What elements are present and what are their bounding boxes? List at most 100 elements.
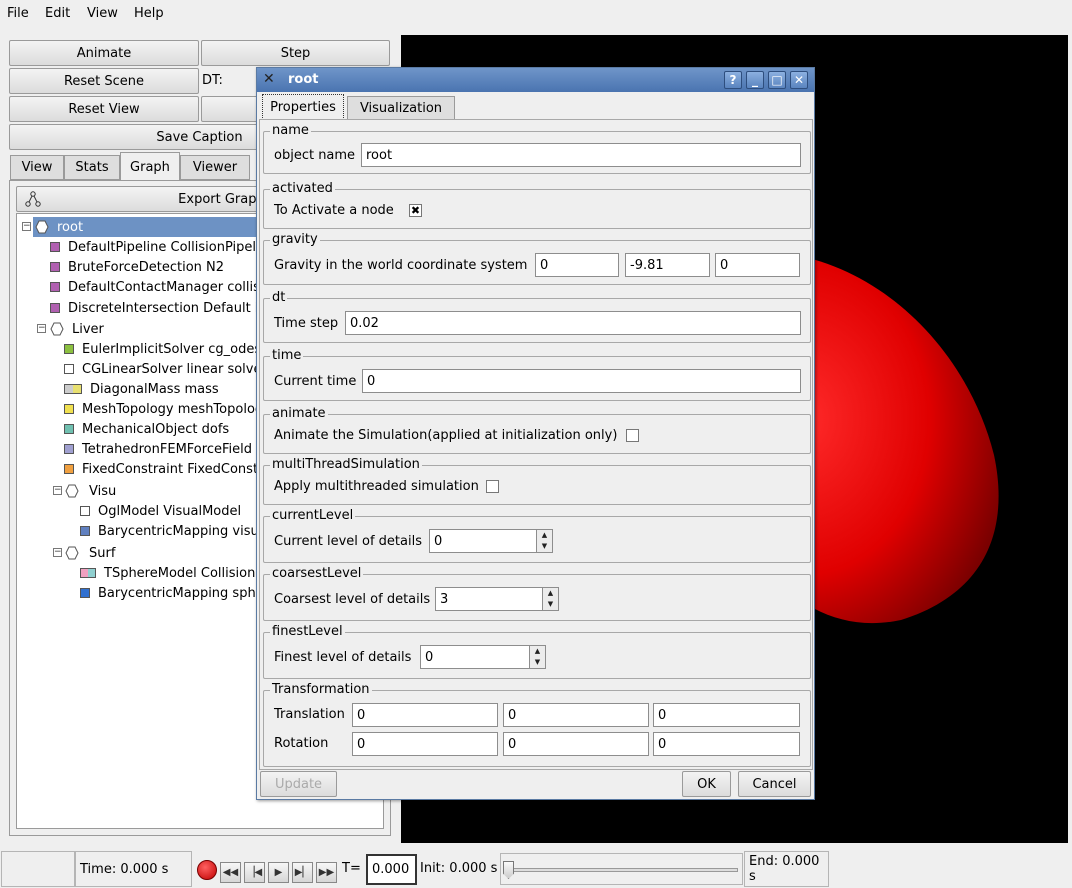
tree-label: OglModel VisualModel [98,503,242,519]
tree-label: BruteForceDetection N2 [68,259,225,275]
cancel-button[interactable]: Cancel [738,771,811,797]
coarsest-level-label: Coarsest level of details [274,592,431,607]
properties-dialog: ✕ root ? _ □ ✕ Properties Visualization … [256,67,815,800]
gravity-y-input[interactable]: -9.81 [625,253,710,277]
coarsest-level-input[interactable]: 3 [435,587,543,611]
tree-node-liver[interactable]: Liver [50,320,104,338]
group-finest-level: finestLevel Finest level of details 0 ▲ ▼ [263,624,811,679]
ok-button[interactable]: OK [682,771,731,797]
gravity-x-input[interactable]: 0 [535,253,619,277]
collapse-surf-icon[interactable]: − [53,548,62,557]
rotation-y-input[interactable]: 0 [503,732,649,756]
menu-help[interactable]: Help [134,6,164,21]
tree-item[interactable]: BruteForceDetection N2 [50,258,224,276]
collapse-liver-icon[interactable]: − [37,324,46,333]
step-back-icon[interactable]: ▕◀ [244,862,265,883]
screenshot-button[interactable] [201,96,261,122]
component-icon [64,424,74,434]
current-level-spinner[interactable]: ▲ ▼ [536,529,553,553]
update-button[interactable]: Update [260,771,337,797]
animate-label: Animate the Simulation(applied at initia… [274,428,618,443]
reset-view-button[interactable]: Reset View [9,96,199,122]
tree-label: CGLinearSolver linear solver [82,361,267,377]
help-icon[interactable]: ? [724,71,742,89]
tree-node-root[interactable]: root [35,218,83,236]
tree-item[interactable]: DiagonalMass mass [64,380,219,398]
object-name-label: object name [274,148,356,163]
finest-level-spinner[interactable]: ▲ ▼ [529,645,546,669]
component-icon [64,444,74,454]
finest-level-input[interactable]: 0 [420,645,530,669]
tree-item[interactable]: TetrahedronFEMForceField FEM [64,440,283,458]
menu-view[interactable]: View [87,6,118,21]
tree-item[interactable]: FixedConstraint FixedConstraint [64,460,288,478]
t-value-input[interactable]: 0.000 [366,854,417,885]
status-cell-empty [1,851,75,887]
translation-label: Translation [274,707,345,722]
component-icon [64,384,82,394]
close-icon[interactable]: ✕ [790,71,808,89]
tree-node-surf[interactable]: Surf [65,544,115,562]
tab-viewer[interactable]: Viewer [180,155,250,180]
activate-checkbox[interactable]: ✖ [409,204,422,217]
rotation-z-input[interactable]: 0 [653,732,800,756]
translation-y-input[interactable]: 0 [503,703,649,727]
object-name-input[interactable]: root [361,143,801,167]
play-icon[interactable]: ▶ [268,862,289,883]
group-title: coarsestLevel [270,566,364,581]
tree-node-visu[interactable]: Visu [65,482,116,500]
component-icon [64,404,74,414]
menu-file[interactable]: File [7,6,29,21]
tree-label: MeshTopology meshTopology [82,401,271,417]
menu-edit[interactable]: Edit [45,6,70,21]
current-time-input[interactable]: 0 [362,369,801,393]
tree-item[interactable]: CGLinearSolver linear solver [64,360,267,378]
tab-visualization[interactable]: Visualization [347,96,455,120]
tree-item[interactable]: OglModel VisualModel [80,502,241,520]
reset-scene-button[interactable]: Reset Scene [9,68,199,94]
rewind-icon[interactable]: ◀◀ [220,862,241,883]
coarsest-level-spinner[interactable]: ▲ ▼ [542,587,559,611]
timeline-frame [500,853,743,885]
status-end: End: 0.000 s [744,851,829,887]
collapse-root-icon[interactable]: − [22,222,31,231]
current-level-label: Current level of details [274,534,422,549]
gravity-z-input[interactable]: 0 [715,253,800,277]
timeline-slider-handle[interactable] [503,861,514,879]
component-icon [50,242,60,252]
translation-z-input[interactable]: 0 [653,703,800,727]
tab-graph[interactable]: Graph [120,152,180,181]
record-button[interactable] [197,860,217,880]
node-icon [50,322,64,336]
current-level-input[interactable]: 0 [429,529,537,553]
group-gravity: gravity Gravity in the world coordinate … [263,232,811,285]
tab-properties[interactable]: Properties [262,94,344,120]
step-button[interactable]: Step [201,40,390,66]
group-coarsest-level: coarsestLevel Coarsest level of details … [263,566,811,621]
translation-x-input[interactable]: 0 [352,703,498,727]
group-title: finestLevel [270,624,345,639]
group-title: name [270,123,311,138]
dialog-titlebar[interactable]: ✕ root ? _ □ ✕ [257,68,814,92]
step-forward-icon[interactable]: ▶▏ [292,862,313,883]
animate-checkbox[interactable] [626,429,639,442]
tree-item[interactable]: DefaultPipeline CollisionPipeline [50,238,276,256]
rotation-x-input[interactable]: 0 [352,732,498,756]
component-icon [80,526,90,536]
component-icon [80,568,96,578]
animate-button[interactable]: Animate [9,40,199,66]
fast-forward-icon[interactable]: ▶▶ [316,862,337,883]
component-icon [80,506,90,516]
time-step-input[interactable]: 0.02 [345,311,801,335]
tree-item[interactable]: MechanicalObject dofs [64,420,229,438]
tab-stats[interactable]: Stats [64,155,120,180]
minimize-icon[interactable]: _ [746,71,764,89]
collapse-visu-icon[interactable]: − [53,486,62,495]
maximize-icon[interactable]: □ [768,71,786,89]
tree-item[interactable]: MeshTopology meshTopology [64,400,271,418]
tab-view[interactable]: View [10,155,64,180]
finest-level-label: Finest level of details [274,650,412,665]
multithread-checkbox[interactable] [486,480,499,493]
tree-label: Liver [72,321,104,337]
group-activated: activated To Activate a node ✖ [263,181,811,229]
